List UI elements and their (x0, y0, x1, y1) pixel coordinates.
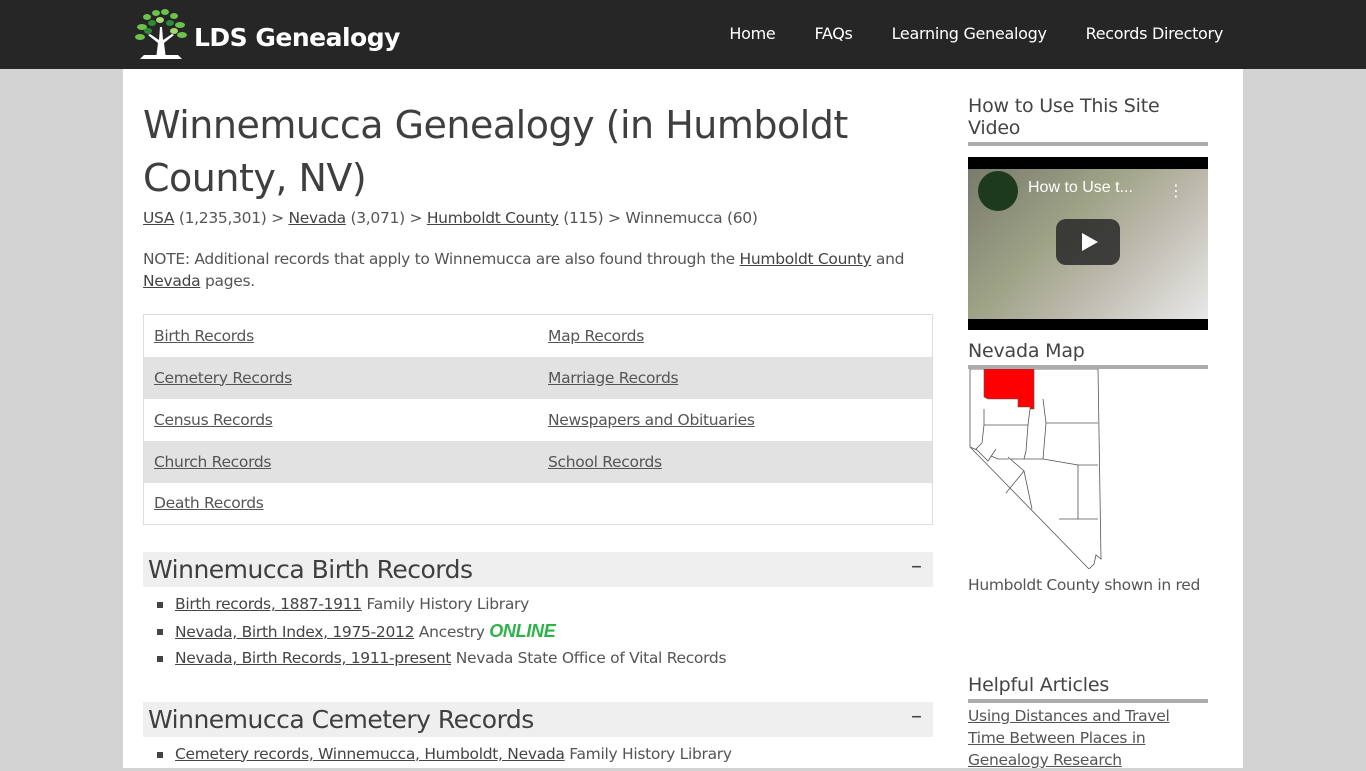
table-row: Cemetery Records Marriage Records (143, 356, 933, 399)
table-row: Church Records School Records (143, 440, 933, 483)
nav-learning-genealogy[interactable]: Learning Genealogy (892, 24, 1047, 43)
category-link[interactable]: Death Records (154, 494, 264, 512)
collapse-icon[interactable]: – (911, 704, 922, 729)
category-link[interactable]: School Records (548, 453, 662, 471)
site-logo[interactable]: LDS Genealogy (132, 7, 400, 61)
video-player[interactable]: How to Use t... ⋮ (968, 157, 1208, 330)
tree-logo-icon (135, 9, 187, 59)
breadcrumb-usa[interactable]: USA (143, 209, 174, 227)
note-middle: and (871, 250, 905, 268)
section-title: Winnemucca Cemetery Records (148, 704, 534, 734)
top-navigation-bar: LDS Genealogy Home FAQs Learning Genealo… (0, 0, 1366, 69)
note-prefix: NOTE: Additional records that apply to W… (143, 250, 740, 268)
list-item: Nevada, Birth Records, 1911-present Neva… (157, 645, 933, 672)
note-link-humboldt-county[interactable]: Humboldt County (740, 250, 872, 268)
note-suffix: pages. (200, 272, 255, 290)
record-link[interactable]: Cemetery records, Winnemucca, Humboldt, … (175, 745, 565, 763)
category-link[interactable]: Cemetery Records (154, 369, 292, 387)
record-source: Family History Library (366, 595, 530, 613)
nav-records-directory[interactable]: Records Directory (1086, 24, 1224, 43)
list-item: Birth records, 1887-1911 Family History … (157, 591, 933, 618)
birth-records-list: Birth records, 1887-1911 Family History … (143, 591, 933, 672)
main-nav: Home FAQs Learning Genealogy Records Dir… (690, 24, 1223, 43)
map-heading: Nevada Map (968, 340, 1208, 369)
breadcrumb-count: (1,235,301) (178, 209, 267, 227)
sidebar: How to Use This Site Video How to Use t.… (968, 95, 1208, 771)
category-link[interactable]: Census Records (154, 411, 273, 429)
map-caption: Humboldt County shown in red (968, 576, 1201, 594)
record-categories-table: Birth Records Map Records Cemetery Recor… (143, 314, 933, 525)
category-link[interactable]: Birth Records (154, 327, 254, 345)
channel-logo-icon (978, 171, 1018, 211)
page-title: Winnemucca Genealogy (in Humboldt County… (143, 103, 848, 200)
video-title: How to Use t... (1028, 179, 1133, 196)
breadcrumb-count: (3,071) (350, 209, 405, 227)
play-button-icon[interactable] (1056, 219, 1120, 265)
table-row: Birth Records Map Records (144, 315, 933, 357)
breadcrumb: USA (1,235,301) > Nevada (3,071) > Humbo… (143, 209, 933, 227)
more-options-icon[interactable]: ⋮ (1168, 181, 1184, 200)
breadcrumb-separator: > (608, 209, 621, 227)
nav-home[interactable]: Home (729, 24, 775, 43)
breadcrumb-count: (60) (726, 209, 758, 227)
table-row: Census Records Newspapers and Obituaries (144, 399, 933, 441)
category-link[interactable]: Church Records (154, 453, 272, 471)
table-row: Death Records (144, 483, 933, 525)
record-source: Nevada State Office of Vital Records (455, 649, 727, 667)
list-item: Nevada, Birth Index, 1975-2012 Ancestry … (157, 618, 933, 646)
section-header-cemetery[interactable]: Winnemucca Cemetery Records – (143, 701, 933, 737)
list-item: Cemetery records, Winnemucca, Humboldt, … (157, 741, 933, 768)
record-source: Family History Library (569, 744, 732, 763)
articles-list: Using Distances and Travel Time Between … (968, 705, 1208, 771)
breadcrumb-current: Winnemucca (625, 209, 723, 227)
breadcrumb-nevada[interactable]: Nevada (288, 209, 346, 227)
page-container: Winnemucca Genealogy (in Humboldt County… (123, 69, 1243, 771)
category-link[interactable]: Newspapers and Obituaries (548, 411, 755, 429)
collapse-icon[interactable]: – (911, 554, 922, 579)
nav-faqs[interactable]: FAQs (814, 24, 852, 43)
county-boundary (983, 408, 1031, 426)
breadcrumb-separator: > (271, 209, 284, 227)
note-link-nevada[interactable]: Nevada (143, 272, 201, 290)
category-link[interactable]: Marriage Records (548, 369, 679, 387)
breadcrumb-humboldt-county[interactable]: Humboldt County (427, 209, 559, 227)
record-link[interactable]: Nevada, Birth Index, 1975-2012 (175, 623, 414, 641)
section-header-birth[interactable]: Winnemucca Birth Records – (143, 552, 933, 587)
empty-cell (538, 483, 933, 525)
article-link[interactable]: Using Distances and Travel Time Between … (968, 705, 1188, 771)
video-heading: How to Use This Site Video (968, 95, 1208, 146)
articles-heading: Helpful Articles (968, 674, 1208, 703)
main-content: Winnemucca Genealogy (in Humboldt County… (143, 99, 933, 767)
section-title: Winnemucca Birth Records (148, 555, 473, 584)
record-link[interactable]: Nevada, Birth Records, 1911-present (175, 649, 451, 667)
category-link[interactable]: Map Records (548, 327, 644, 345)
breadcrumb-count: (115) (563, 209, 604, 227)
record-source: Ancestry (418, 622, 485, 641)
nevada-county-map (969, 368, 1102, 570)
note-text: NOTE: Additional records that apply to W… (143, 248, 933, 292)
record-link[interactable]: Birth records, 1887-1911 (175, 595, 362, 613)
logo-text: LDS Genealogy (194, 22, 400, 52)
cemetery-records-list: Cemetery records, Winnemucca, Humboldt, … (143, 741, 933, 768)
breadcrumb-separator: > (409, 209, 423, 227)
online-badge: ONLINE (489, 620, 556, 641)
